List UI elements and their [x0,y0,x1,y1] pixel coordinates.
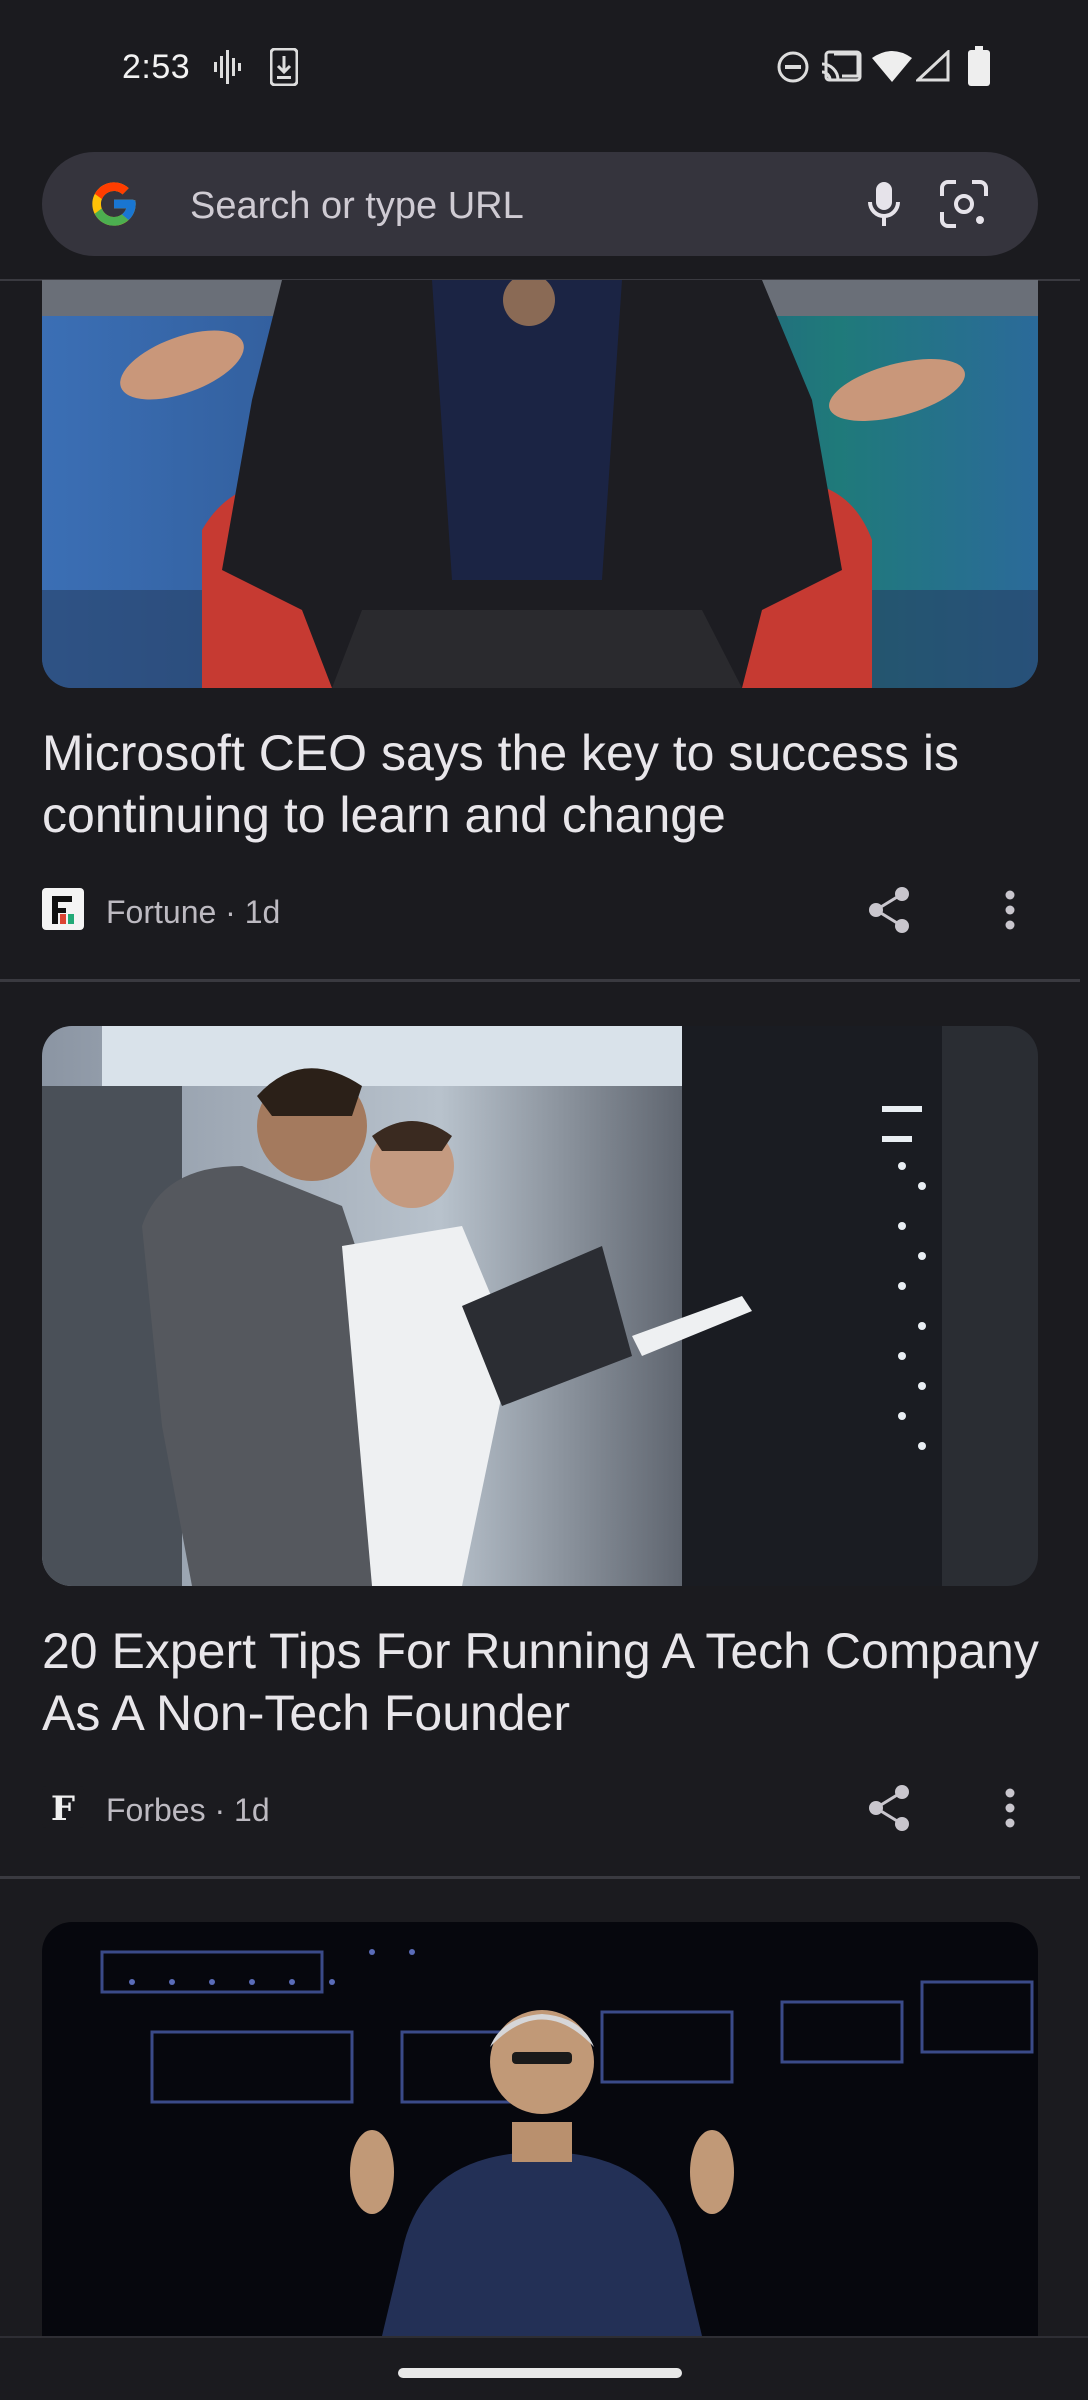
article-image-3[interactable] [42,1922,1038,2336]
article-title-1[interactable]: Microsoft CEO says the key to success is… [42,722,1042,846]
do-not-disturb-icon [777,51,809,83]
more-options-icon[interactable] [982,1780,1038,1836]
article-meta-2: F Forbes · 1d [42,1785,1042,1831]
google-logo-icon [92,182,136,226]
article-image-2-graphic [42,1026,1038,1586]
cast-icon [822,50,862,82]
article-image-2[interactable] [42,1026,1038,1586]
status-time: 2:53 [122,48,191,86]
fortune-logo-icon [42,888,84,930]
forbes-logo-icon: F [42,1786,84,1829]
forbes-logo-letter: F [51,1789,75,1828]
card-divider [0,1876,1080,1879]
lens-camera-icon[interactable] [934,174,994,234]
system-navigation-bar [0,2336,1088,2400]
microphone-icon[interactable] [854,174,914,234]
omnibox[interactable]: Search or type URL [42,152,1038,256]
voicemail-icon [214,50,241,84]
gesture-handle[interactable] [398,2368,682,2378]
battery-icon [968,46,990,86]
article-title-2[interactable]: 20 Expert Tips For Running A Tech Compan… [42,1620,1042,1744]
card-divider [0,979,1080,982]
more-options-icon[interactable] [982,882,1038,938]
article-image-3-graphic [42,1922,1038,2336]
status-bar: 2:53 [0,0,1088,135]
article-meta-1: Fortune · 1d [42,887,1042,933]
search-input[interactable]: Search or type URL [190,185,524,228]
signal-icon [916,50,950,82]
share-icon[interactable] [862,1780,918,1836]
wifi-icon [872,51,912,82]
download-icon [270,48,298,86]
share-icon[interactable] [862,882,918,938]
publisher-meta-1: Fortune · 1d [106,894,281,930]
publisher-meta-2: Forbes · 1d [106,1792,270,1828]
article-image-1-graphic [42,280,1038,688]
article-image-1[interactable] [42,280,1038,688]
scroll-gutter [1080,280,1088,2336]
